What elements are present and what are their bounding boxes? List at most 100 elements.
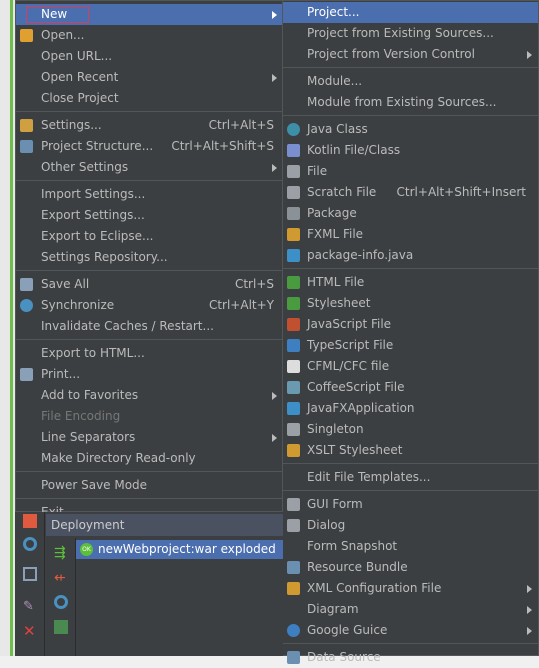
menu-item-print[interactable]: Print...: [16, 364, 283, 385]
submenu-arrow-icon: [272, 392, 277, 400]
deployment-toolbar: ⇶ ⇷: [46, 538, 76, 656]
menu-item-import-settings[interactable]: Import Settings...: [16, 184, 283, 205]
menu-item-html-file[interactable]: HTML File: [283, 272, 538, 293]
menu-item-module[interactable]: Module...: [283, 71, 538, 92]
editor-background: [0, 0, 16, 656]
javafx-icon: [287, 402, 300, 415]
menu-item-file[interactable]: File: [283, 161, 538, 182]
menu-item-synchronize[interactable]: Synchronize Ctrl+Alt+Y: [16, 295, 283, 316]
gui-form-icon: [287, 498, 300, 511]
menu-item-label: Save All: [41, 277, 90, 291]
menu-item-label: Project from Existing Sources...: [307, 26, 494, 40]
menu-item-data-source[interactable]: Data Source: [283, 647, 538, 668]
menu-item-invalidate-caches-restart[interactable]: Invalidate Caches / Restart...: [16, 316, 283, 337]
menu-item-export-to-eclipse[interactable]: Export to Eclipse...: [16, 226, 283, 247]
menu-item-save-all[interactable]: Save All Ctrl+S: [16, 274, 283, 295]
menu-item-project[interactable]: Project...: [283, 2, 538, 23]
shortcut-label: Ctrl+S: [234, 277, 274, 291]
menu-item-file-encoding: File Encoding: [16, 406, 283, 427]
menu-item-label: Dialog: [307, 518, 346, 532]
close-icon[interactable]: ✕: [23, 622, 37, 640]
menu-item-javafxapplication[interactable]: JavaFXApplication: [283, 398, 538, 419]
menu-item-label: TypeScript File: [307, 338, 394, 352]
rerun-icon[interactable]: [23, 537, 37, 551]
folder-open-icon: [20, 29, 33, 42]
deployment-artifact[interactable]: OK newWebproject:war exploded: [76, 540, 283, 559]
menu-item-label: Settings...: [41, 118, 102, 132]
menu-item-xslt-stylesheet[interactable]: XSLT Stylesheet: [283, 440, 538, 461]
menu-item-other-settings[interactable]: Other Settings: [16, 157, 283, 178]
menu-item-open-url[interactable]: Open URL...: [16, 46, 283, 67]
menu-item-typescript-file[interactable]: TypeScript File: [283, 335, 538, 356]
menu-item-label: Open Recent: [41, 70, 119, 84]
menu-item-label: HTML File: [307, 275, 365, 289]
undeploy-icon[interactable]: ⇷: [54, 570, 68, 586]
layout-icon[interactable]: [23, 567, 37, 581]
javascript-file-icon: [287, 318, 300, 331]
menu-item-label: Power Save Mode: [41, 478, 148, 492]
menu-item-label: Form Snapshot: [307, 539, 398, 553]
menu-item-settings-repository[interactable]: Settings Repository...: [16, 247, 283, 268]
submenu-arrow-icon: [272, 74, 277, 82]
menu-item-gui-form[interactable]: GUI Form: [283, 494, 538, 515]
menu-item-label: Open URL...: [41, 49, 113, 63]
submenu-arrow-icon: [272, 164, 277, 172]
menu-item-label: JavaFXApplication: [307, 401, 415, 415]
menu-item-project-from-version-control[interactable]: Project from Version Control: [283, 44, 538, 65]
menu-item-package[interactable]: Package: [283, 203, 538, 224]
menu-item-make-directory-read-only[interactable]: Make Directory Read-only: [16, 448, 283, 469]
menu-item-google-guice[interactable]: Google Guice: [283, 620, 538, 641]
menu-item-kotlin-file-class[interactable]: Kotlin File/Class: [283, 140, 538, 161]
menu-item-label: Edit File Templates...: [307, 470, 431, 484]
submenu-arrow-icon: [272, 11, 277, 19]
menu-item-module-from-existing-sources[interactable]: Module from Existing Sources...: [283, 92, 538, 113]
menu-item-javascript-file[interactable]: JavaScript File: [283, 314, 538, 335]
kotlin-file-icon: [287, 144, 300, 157]
menu-item-label: Close Project: [41, 91, 119, 105]
deploy-all-icon[interactable]: [54, 620, 68, 634]
menu-item-package-info-java[interactable]: package-info.java: [283, 245, 538, 266]
menu-item-label: Module from Existing Sources...: [307, 95, 497, 109]
menu-item-singleton[interactable]: Singleton: [283, 419, 538, 440]
synchronize-icon: [20, 299, 33, 312]
menu-item-label: Export to Eclipse...: [41, 229, 154, 243]
menu-item-export-settings[interactable]: Export Settings...: [16, 205, 283, 226]
menu-item-stylesheet[interactable]: Stylesheet: [283, 293, 538, 314]
menu-item-line-separators[interactable]: Line Separators: [16, 427, 283, 448]
menu-item-edit-file-templates[interactable]: Edit File Templates...: [283, 467, 538, 488]
menu-item-diagram[interactable]: Diagram: [283, 599, 538, 620]
menu-item-label: Project Structure...: [41, 139, 154, 153]
deploy-icon[interactable]: ⇶: [54, 545, 68, 561]
menu-item-label: Resource Bundle: [307, 560, 408, 574]
menu-item-dialog[interactable]: Dialog: [283, 515, 538, 536]
menu-item-resource-bundle[interactable]: Resource Bundle: [283, 557, 538, 578]
menu-item-close-project[interactable]: Close Project: [16, 88, 283, 109]
menu-item-coffeescript-file[interactable]: CoffeeScript File: [283, 377, 538, 398]
java-file-icon: [287, 249, 300, 262]
menu-item-project-structure[interactable]: Project Structure... Ctrl+Alt+Shift+S: [16, 136, 283, 157]
menu-item-add-to-favorites[interactable]: Add to Favorites: [16, 385, 283, 406]
menu-item-java-class[interactable]: Java Class: [283, 119, 538, 140]
menu-item-project-from-existing-sources[interactable]: Project from Existing Sources...: [283, 23, 538, 44]
menu-item-label: XML Configuration File: [307, 581, 442, 595]
submenu-arrow-icon: [527, 627, 532, 635]
menu-item-fxml-file[interactable]: FXML File: [283, 224, 538, 245]
refresh-icon[interactable]: [54, 595, 68, 609]
menu-item-label: FXML File: [307, 227, 364, 241]
menu-item-label: Stylesheet: [307, 296, 371, 310]
menu-item-label: Add to Favorites: [41, 388, 139, 402]
menu-item-xml-configuration-file[interactable]: XML Configuration File: [283, 578, 538, 599]
menu-item-cfml-cfc-file[interactable]: CFML/CFC file: [283, 356, 538, 377]
menu-item-new[interactable]: New: [16, 4, 283, 25]
dialog-icon: [287, 519, 300, 532]
menu-item-open-recent[interactable]: Open Recent: [16, 67, 283, 88]
menu-item-label: Package: [307, 206, 357, 220]
pin-icon[interactable]: ✎: [23, 599, 37, 614]
menu-item-power-save-mode[interactable]: Power Save Mode: [16, 475, 283, 496]
menu-item-form-snapshot[interactable]: Form Snapshot: [283, 536, 538, 557]
menu-item-scratch-file[interactable]: Scratch File Ctrl+Alt+Shift+Insert: [283, 182, 538, 203]
menu-item-settings[interactable]: Settings... Ctrl+Alt+S: [16, 115, 283, 136]
menu-item-export-to-html[interactable]: Export to HTML...: [16, 343, 283, 364]
stop-icon[interactable]: [23, 514, 37, 528]
menu-item-open[interactable]: Open...: [16, 25, 283, 46]
